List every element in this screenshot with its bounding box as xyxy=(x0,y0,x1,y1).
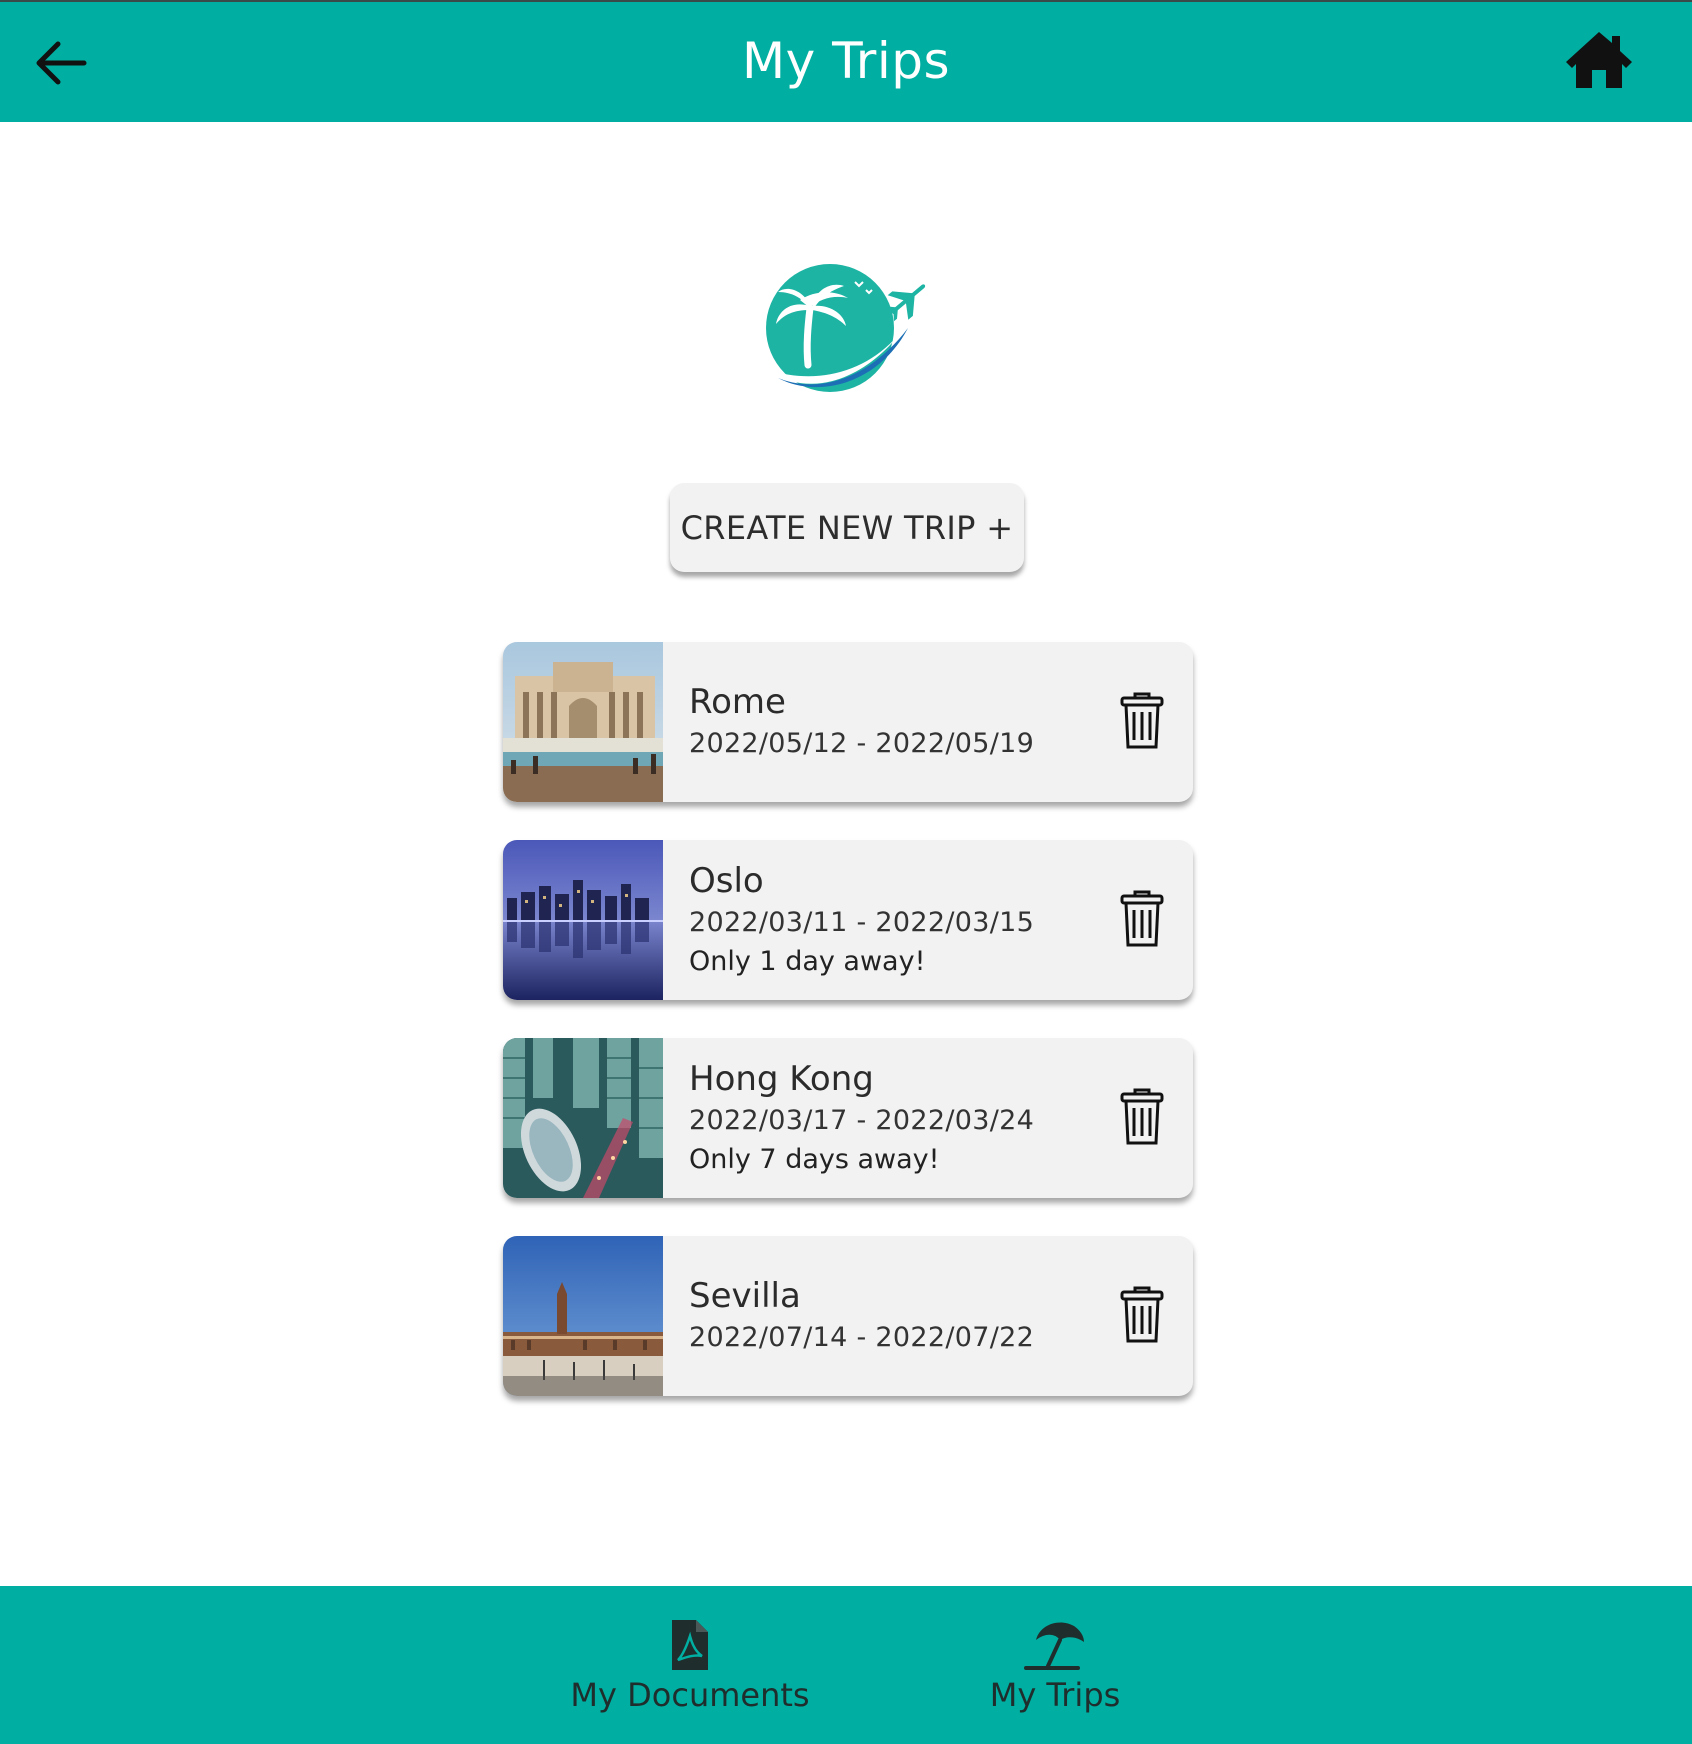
home-icon xyxy=(1566,32,1632,88)
trip-dates: 2022/07/14 - 2022/07/22 xyxy=(689,1322,1035,1353)
trip-countdown: Only 1 day away! xyxy=(689,946,926,977)
trip-photo-sevilla xyxy=(503,1236,663,1396)
trash-icon xyxy=(1120,890,1164,947)
trip-name: Hong Kong xyxy=(689,1059,874,1099)
beach-umbrella-icon xyxy=(1024,1622,1084,1670)
pdf-file-icon xyxy=(672,1620,708,1670)
trip-card-oslo[interactable]: Oslo 2022/03/11 - 2022/03/15 Only 1 day … xyxy=(503,840,1193,1000)
trip-dates: 2022/05/12 - 2022/05/19 xyxy=(689,728,1035,759)
nav-label: My Trips xyxy=(989,1676,1121,1714)
trip-photo-hong-kong xyxy=(503,1038,663,1198)
delete-trip-button[interactable] xyxy=(1119,692,1165,750)
trip-info: Hong Kong 2022/03/17 - 2022/03/24 Only 7… xyxy=(689,1038,1103,1198)
palm-globe-plane-logo xyxy=(766,264,926,392)
trip-card-hong-kong[interactable]: Hong Kong 2022/03/17 - 2022/03/24 Only 7… xyxy=(503,1038,1193,1198)
delete-trip-button[interactable] xyxy=(1119,890,1165,948)
nav-my-trips[interactable]: My Trips xyxy=(970,1586,1140,1744)
trip-card-rome[interactable]: Rome 2022/05/12 - 2022/05/19 xyxy=(503,642,1193,802)
trip-info: Sevilla 2022/07/14 - 2022/07/22 xyxy=(689,1236,1103,1396)
trash-icon xyxy=(1120,1286,1164,1343)
trip-name: Rome xyxy=(689,682,786,722)
page-title: My Trips xyxy=(741,32,951,90)
trip-dates: 2022/03/11 - 2022/03/15 xyxy=(689,907,1035,938)
top-app-bar: My Trips xyxy=(0,0,1692,122)
trip-info: Rome 2022/05/12 - 2022/05/19 xyxy=(689,642,1103,802)
delete-trip-button[interactable] xyxy=(1119,1286,1165,1344)
home-button[interactable] xyxy=(1564,28,1634,92)
trash-icon xyxy=(1120,1088,1164,1145)
nav-label: My Documents xyxy=(570,1676,810,1714)
trip-info: Oslo 2022/03/11 - 2022/03/15 Only 1 day … xyxy=(689,840,1103,1000)
trash-icon xyxy=(1120,692,1164,749)
app-logo xyxy=(760,260,934,400)
trip-countdown: Only 7 days away! xyxy=(689,1144,940,1175)
delete-trip-button[interactable] xyxy=(1119,1088,1165,1146)
trip-name: Sevilla xyxy=(689,1276,801,1316)
trip-photo-rome xyxy=(503,642,663,802)
nav-my-documents[interactable]: My Documents xyxy=(570,1586,810,1744)
trip-photo-oslo xyxy=(503,840,663,1000)
bottom-navigation: My Documents My Trips xyxy=(0,1586,1692,1744)
trip-name: Oslo xyxy=(689,861,764,901)
trip-card-sevilla[interactable]: Sevilla 2022/07/14 - 2022/07/22 xyxy=(503,1236,1193,1396)
create-new-trip-button[interactable]: CREATE NEW TRIP + xyxy=(670,483,1024,572)
trip-dates: 2022/03/17 - 2022/03/24 xyxy=(689,1105,1035,1136)
